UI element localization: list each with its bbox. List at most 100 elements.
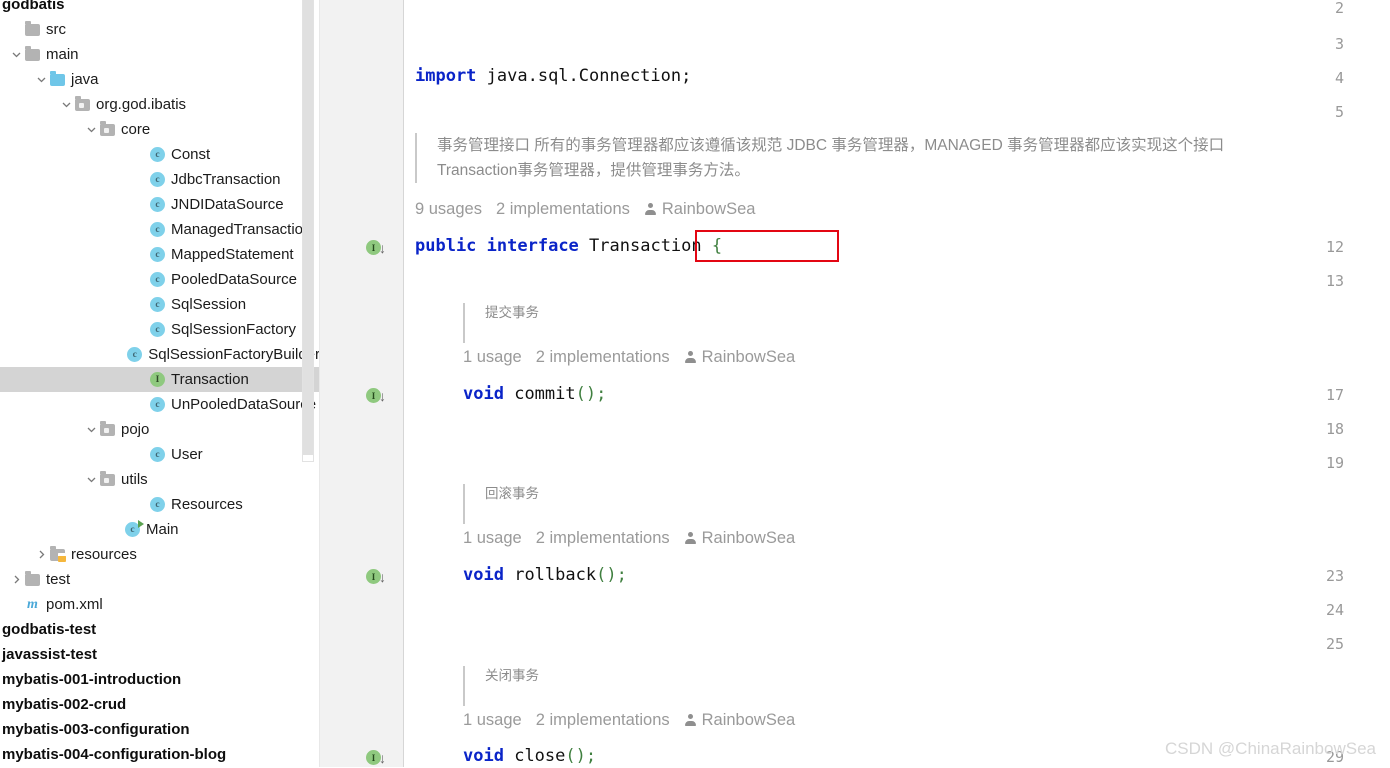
tree-item-src[interactable]: src	[0, 17, 320, 42]
java-class-icon: c	[149, 321, 166, 338]
tree-root-label-text: godbatis	[2, 0, 65, 13]
tree-item-resources[interactable]: resources	[0, 542, 320, 567]
module-item-godbatis-test[interactable]: godbatis-test	[0, 617, 320, 642]
method-name[interactable]: commit	[514, 384, 575, 404]
method-code-vision-hints[interactable]: 1 usage 2 implementations RainbowSea	[463, 529, 795, 548]
import-path: java.sql.Connection;	[476, 66, 692, 86]
tree-item-org-god-ibatis[interactable]: org.god.ibatis	[0, 92, 320, 117]
code-content[interactable]: import java.sql.Connection; 事务管理接口 所有的事务…	[405, 0, 1390, 767]
method-usages-hint[interactable]: 1 usage	[463, 348, 522, 367]
tree-item-user[interactable]: c User	[0, 442, 320, 467]
method-name[interactable]: close	[514, 746, 565, 766]
java-class-icon: c	[149, 221, 166, 238]
tree-item-pom-xml[interactable]: m pom.xml	[0, 592, 320, 617]
chevron-right-icon[interactable]	[33, 549, 49, 560]
tree-item-managedtransaction[interactable]: c ManagedTransaction	[0, 217, 320, 242]
method-code-vision-hints[interactable]: 1 usage 2 implementations RainbowSea	[463, 348, 795, 367]
package-folder-icon	[74, 96, 91, 113]
tree-item-jdbctransaction[interactable]: c JdbcTransaction	[0, 167, 320, 192]
method-usages-hint[interactable]: 1 usage	[463, 529, 522, 548]
module-item-mybatis-003-configuration[interactable]: mybatis-003-configuration	[0, 717, 320, 742]
editor-gutter[interactable]	[320, 0, 404, 767]
method-implementations-hint[interactable]: 2 implementations	[536, 529, 670, 548]
gutter-implemented-marker[interactable]: I ↓	[366, 747, 396, 768]
tree-item-pojo[interactable]: pojo	[0, 417, 320, 442]
module-item-mybatis-002-crud[interactable]: mybatis-002-crud	[0, 692, 320, 717]
tree-item-main[interactable]: main	[0, 42, 320, 67]
module-item-javassist-test[interactable]: javassist-test	[0, 642, 320, 667]
void-keyword: void	[463, 384, 504, 404]
chevron-down-icon[interactable]	[83, 424, 99, 435]
class-implementations-hint[interactable]: 2 implementations	[496, 200, 630, 219]
chevron-down-icon[interactable]	[83, 474, 99, 485]
tree-item-resources[interactable]: c Resources	[0, 492, 320, 517]
code-editor[interactable]: 2 3 4 5 12 13 17 18 19 23 24 25 29 I ↓ I…	[320, 0, 1390, 767]
method-implementations-hint[interactable]: 2 implementations	[536, 711, 670, 730]
method-doc-comment: 关闭事务	[463, 666, 539, 706]
method-implementations-hint[interactable]: 2 implementations	[536, 348, 670, 367]
void-keyword: void	[463, 565, 504, 585]
import-keyword: import	[415, 66, 477, 86]
person-icon	[644, 203, 657, 216]
tree-item-pooleddatasource[interactable]: c PooledDataSource	[0, 267, 320, 292]
chevron-down-icon[interactable]	[8, 49, 24, 60]
chevron-right-icon[interactable]	[8, 574, 24, 585]
chevron-down-icon[interactable]	[33, 74, 49, 85]
method-declaration-line[interactable]: void commit();	[463, 384, 606, 405]
java-class-icon: c	[149, 246, 166, 263]
method-usages-hint[interactable]: 1 usage	[463, 711, 522, 730]
chevron-down-icon[interactable]	[58, 99, 74, 110]
interface-declaration-line[interactable]: public interface Transaction {	[415, 236, 722, 257]
method-author-hint[interactable]: RainbowSea	[684, 529, 795, 548]
tree-item-const[interactable]: c Const	[0, 142, 320, 167]
tree-item-jndidatasource[interactable]: c JNDIDataSource	[0, 192, 320, 217]
method-declaration-line[interactable]: void rollback();	[463, 565, 627, 586]
java-class-icon: c	[149, 271, 166, 288]
folder-icon	[24, 21, 41, 38]
tree-item-transaction[interactable]: I Transaction	[0, 367, 320, 392]
person-icon	[684, 714, 697, 727]
tree-item-label: org.god.ibatis	[96, 96, 187, 113]
tree-item-unpooleddatasource[interactable]: c UnPooledDataSource	[0, 392, 320, 417]
tree-item-core[interactable]: core	[0, 117, 320, 142]
tree-item-sqlsession[interactable]: c SqlSession	[0, 292, 320, 317]
tree-item-test[interactable]: test	[0, 567, 320, 592]
module-item-mybatis-004-configuration-blog[interactable]: mybatis-004-configuration-blog	[0, 742, 320, 767]
class-author-hint[interactable]: RainbowSea	[644, 200, 755, 219]
chevron-down-icon[interactable]	[83, 124, 99, 135]
interface-name[interactable]: Transaction	[589, 236, 702, 256]
tree-item-sqlsessionfactory[interactable]: c SqlSessionFactory	[0, 317, 320, 342]
method-declaration-line[interactable]: void close();	[463, 746, 596, 767]
tree-item-label: MappedStatement	[171, 246, 294, 263]
tree-item-sqlsessionfactorybuilder[interactable]: c SqlSessionFactoryBuilder	[0, 342, 320, 367]
class-code-vision-hints[interactable]: 9 usages 2 implementations RainbowSea	[415, 200, 755, 219]
method-author-hint[interactable]: RainbowSea	[684, 711, 795, 730]
tree-root-label-partial[interactable]: godbatis	[0, 0, 320, 17]
module-item-mybatis-001-introduction[interactable]: mybatis-001-introduction	[0, 667, 320, 692]
gutter-implemented-marker[interactable]: I ↓	[366, 385, 396, 406]
method-name[interactable]: rollback	[514, 565, 596, 585]
method-code-vision-hints[interactable]: 1 usage 2 implementations RainbowSea	[463, 711, 795, 730]
tree-item-label: pojo	[121, 421, 150, 438]
tree-item-java[interactable]: java	[0, 67, 320, 92]
project-tree-panel[interactable]: godbatis src main java org.god.ibatis core c Co…	[0, 0, 320, 767]
gutter-implemented-marker[interactable]: I ↓	[366, 237, 396, 258]
project-tree[interactable]: godbatis src main java org.god.ibatis core c Co…	[0, 0, 320, 767]
class-usages-hint[interactable]: 9 usages	[415, 200, 482, 219]
tree-item-mappedstatement[interactable]: c MappedStatement	[0, 242, 320, 267]
sidebar-scrollbar-thumb[interactable]	[303, 0, 313, 455]
tree-item-utils[interactable]: utils	[0, 467, 320, 492]
method-author-hint[interactable]: RainbowSea	[684, 348, 795, 367]
import-statement-line[interactable]: import java.sql.Connection;	[415, 66, 691, 87]
gutter-implemented-marker[interactable]: I ↓	[366, 566, 396, 587]
java-class-icon: c	[149, 146, 166, 163]
tree-item-main[interactable]: c Main	[0, 517, 320, 542]
